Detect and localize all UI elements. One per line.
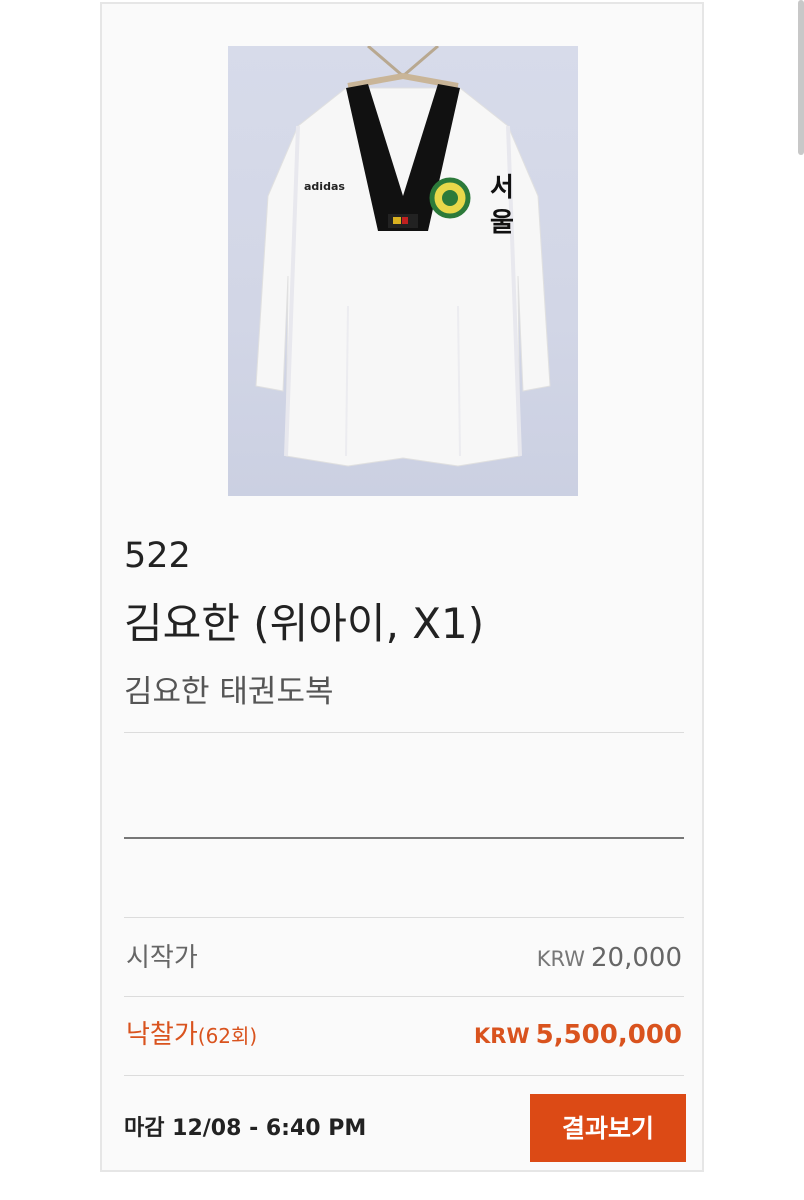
taekwondo-uniform-photo[interactable]: adidas 서 울	[228, 44, 578, 496]
lot-number: 522	[124, 536, 191, 576]
divider	[124, 917, 684, 918]
divider	[124, 837, 684, 839]
starting-price-value: KRW 20,000	[537, 940, 682, 977]
winning-bid-amount: 5,500,000	[535, 1020, 682, 1050]
divider	[124, 996, 684, 997]
starting-price-amount: 20,000	[591, 943, 682, 973]
winning-bid-label: 낙찰가(62회)	[126, 1017, 257, 1054]
divider	[124, 1075, 684, 1076]
winning-bid-value: KRW 5,500,000	[474, 1017, 682, 1054]
uniform-illustration: adidas 서 울	[255, 44, 551, 467]
auction-lot-card: adidas 서 울 522 김요한 (위아이, X1) 김요한 태권도복 시작…	[100, 2, 704, 1172]
page-scrollbar[interactable]	[798, 0, 804, 155]
winning-bid-label-text: 낙찰가	[126, 1020, 198, 1050]
winning-bid-currency: KRW	[474, 1024, 530, 1048]
item-subtitle: 김요한 태권도복	[124, 674, 334, 710]
starting-price-label: 시작가	[126, 943, 198, 973]
view-result-button[interactable]: 결과보기	[530, 1094, 686, 1162]
sleeve-print-2: 울	[490, 208, 514, 238]
divider	[124, 732, 684, 733]
item-title[interactable]: 김요한 (위아이, X1)	[124, 599, 484, 649]
deadline-text: 마감 12/08 - 6:40 PM	[124, 1116, 367, 1141]
bid-count: (62회)	[197, 1024, 258, 1048]
starting-price-currency: KRW	[536, 947, 586, 971]
sleeve-print-1: 서	[490, 173, 514, 203]
brand-print: adidas	[304, 180, 345, 193]
